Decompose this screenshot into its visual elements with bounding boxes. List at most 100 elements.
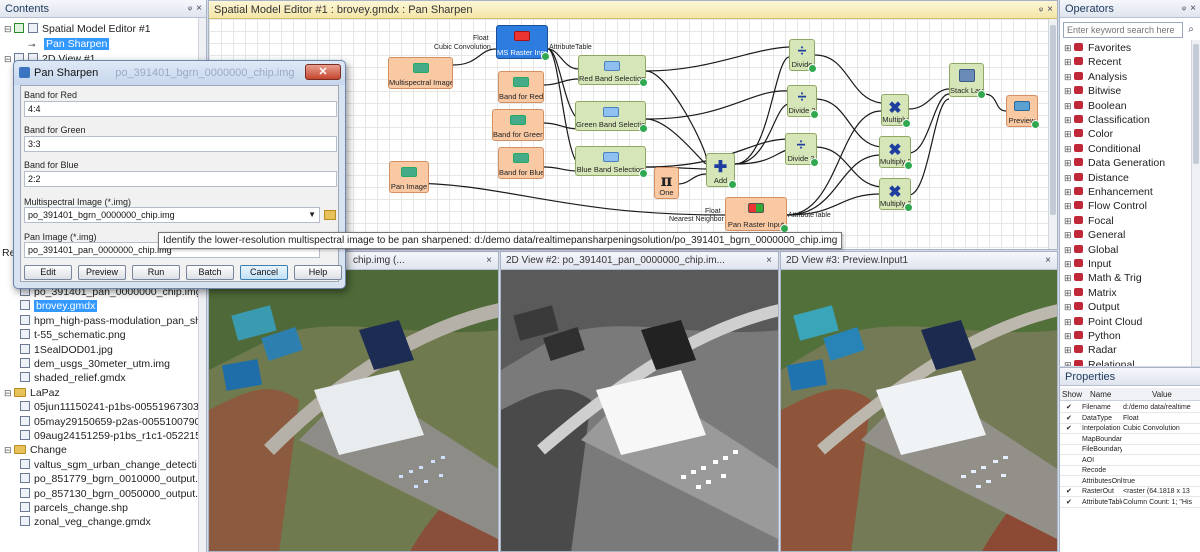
ms-image-select[interactable]: po_391401_bgrn_0000000_chip.img ▼ (24, 207, 320, 223)
node-preview[interactable]: Preview (1006, 95, 1040, 129)
batch-button[interactable]: Batch (186, 265, 234, 280)
editor-scrollbar[interactable] (1048, 19, 1057, 249)
checkbox-icon[interactable] (14, 23, 24, 33)
view-3-image[interactable] (781, 270, 1057, 551)
expand-icon[interactable]: ⊞ (1064, 142, 1074, 156)
expand-icon[interactable]: ⊞ (1064, 343, 1074, 357)
tree-item-pan-sharpen[interactable]: ⊸ Pan Sharpen (28, 37, 110, 51)
show-checkbox[interactable]: ✔ (1066, 487, 1072, 497)
node-divide[interactable]: ÷ Divide (789, 39, 817, 73)
expand-icon[interactable]: ⊞ (1064, 243, 1074, 257)
expand-icon[interactable]: ⊞ (1064, 358, 1074, 366)
tree-file[interactable]: valtus_sgm_urban_change_detecti (20, 458, 197, 472)
expand-icon[interactable]: ⊞ (1064, 55, 1074, 69)
show-checkbox[interactable]: ✔ (1066, 424, 1072, 434)
expand-icon[interactable]: ⊞ (1064, 271, 1074, 285)
band-red-input[interactable]: 4:4 (24, 101, 337, 117)
band-green-input[interactable]: 3:3 (24, 136, 337, 152)
node-band-for-blue[interactable]: Band for Blue (498, 147, 544, 179)
operator-category[interactable]: ⊞ Analysis (1064, 70, 1127, 84)
dialog-close-button[interactable]: ✕ (305, 64, 341, 80)
node-multispectral-image[interactable]: Multispectral Image (388, 57, 453, 89)
operator-category[interactable]: ⊞ Favorites (1064, 41, 1131, 55)
tree-folder[interactable]: ⊟ LaPaz (4, 386, 60, 400)
operator-category[interactable]: ⊞ Point Cloud (1064, 315, 1142, 329)
operator-category[interactable]: ⊞ Global (1064, 243, 1118, 257)
ms-image-folder-icon[interactable] (324, 210, 336, 220)
node-multiply-3[interactable]: ✖ Multiply 3 (879, 178, 913, 212)
operator-category[interactable]: ⊞ Relational (1064, 358, 1135, 366)
property-row[interactable]: ✔ Filename d:/demo data/realtime (1060, 403, 1200, 413)
property-value[interactable]: Cubic Convolution (1123, 424, 1200, 434)
edit-button[interactable]: Edit (24, 265, 72, 280)
tree-item-editor[interactable]: ⊟ Spatial Model Editor #1 (4, 22, 151, 36)
operator-category[interactable]: ⊞ Data Generation (1064, 156, 1165, 170)
property-row[interactable]: AttributesOnly true (1060, 477, 1200, 487)
expand-icon[interactable]: ⊞ (1064, 41, 1074, 55)
expand-icon[interactable]: ⊞ (1064, 257, 1074, 271)
tree-file[interactable]: 1SealDOD01.jpg (20, 343, 113, 357)
operator-category[interactable]: ⊞ Input (1064, 257, 1111, 271)
show-checkbox[interactable]: ✔ (1066, 414, 1072, 424)
close-icon[interactable]: × (766, 252, 772, 270)
close-icon[interactable]: × (196, 0, 202, 18)
dropdown-arrow-icon[interactable]: ▼ (308, 208, 316, 222)
tree-file[interactable]: t-55_schematic.png (20, 328, 126, 342)
tree-file[interactable]: brovey.gmdx (20, 299, 98, 313)
tree-file[interactable]: 05may29150659-p2as-0055100790 (20, 415, 200, 429)
operator-category[interactable]: ⊞ Distance (1064, 171, 1129, 185)
node-blue-band-selection[interactable]: Blue Band Selection (575, 146, 648, 178)
property-row[interactable]: AOI (1060, 456, 1200, 466)
node-band-for-green[interactable]: Band for Green (492, 109, 544, 141)
property-row[interactable]: ✔ RasterOut <raster (64.1818 x 13 (1060, 487, 1200, 497)
tree-file[interactable]: dem_usgs_30meter_utm.img (20, 357, 170, 371)
node-multiply-2[interactable]: ✖ Multiply 2 (879, 136, 913, 170)
property-value[interactable]: <raster (64.1818 x 13 (1123, 487, 1200, 497)
operator-category[interactable]: ⊞ Python (1064, 329, 1121, 343)
operator-category[interactable]: ⊞ Math & Trig (1064, 271, 1142, 285)
node-divide-3[interactable]: ÷ Divide 3 (785, 133, 819, 167)
expand-icon[interactable]: ⊞ (1064, 315, 1074, 329)
property-value[interactable]: Float (1123, 414, 1200, 424)
search-icon[interactable]: ⌕ (1185, 22, 1197, 38)
tree-file[interactable]: shaded_relief.gmdx (20, 371, 126, 385)
operator-category[interactable]: ⊞ Focal (1064, 214, 1114, 228)
expand-icon[interactable]: ⊞ (1064, 185, 1074, 199)
node-divide-2[interactable]: ÷ Divide 2 (787, 85, 819, 119)
property-row[interactable]: FileBoundary (1060, 445, 1200, 455)
pin-icon[interactable]: ᵠ (188, 0, 192, 18)
expand-icon[interactable]: ⊞ (1064, 171, 1074, 185)
show-checkbox[interactable]: ✔ (1066, 403, 1072, 413)
operator-category[interactable]: ⊞ Enhancement (1064, 185, 1153, 199)
operator-category[interactable]: ⊞ Recent (1064, 55, 1121, 69)
expand-icon[interactable]: ⊞ (1064, 70, 1074, 84)
operator-category[interactable]: ⊞ General (1064, 228, 1125, 242)
pin-icon[interactable]: ᵠ (1182, 0, 1186, 18)
help-button[interactable]: Help (294, 265, 342, 280)
run-button[interactable]: Run (132, 265, 180, 280)
tree-file[interactable]: zonal_veg_change.gmdx (20, 515, 151, 529)
expand-icon[interactable]: ⊞ (1064, 99, 1074, 113)
property-row[interactable]: ✔ Interpolation Cubic Convolution (1060, 424, 1200, 434)
node-add[interactable]: ✚ Add (706, 153, 737, 189)
operator-category[interactable]: ⊞ Color (1064, 127, 1113, 141)
property-row[interactable]: MapBoundary (1060, 435, 1200, 445)
operator-category[interactable]: ⊞ Conditional (1064, 142, 1141, 156)
node-multiply[interactable]: ✖ Multiply (881, 94, 911, 128)
node-band-for-red[interactable]: Band for Red (498, 71, 544, 103)
property-value[interactable]: Column Count: 1; "His (1123, 498, 1200, 508)
node-red-band-selection[interactable]: Red Band Selection (578, 55, 648, 87)
operators-scrollbar[interactable] (1191, 40, 1200, 366)
property-value[interactable]: d:/demo data/realtime (1123, 403, 1200, 413)
property-row[interactable]: Recode (1060, 466, 1200, 476)
tree-file[interactable]: po_857130_bgrn_0050000_output.i (20, 487, 200, 501)
dialog-title-bar[interactable]: Pan Sharpen po_391401_bgrn_0000000_chip.… (14, 61, 345, 85)
tree-file[interactable]: 09aug24151259-p1bs_r1c1-052215 (20, 429, 201, 443)
expand-icon[interactable]: ⊞ (1064, 113, 1074, 127)
collapse-icon[interactable]: ⊟ (4, 22, 14, 36)
expand-icon[interactable]: ⊞ (1064, 199, 1074, 213)
node-pan-raster-input[interactable]: Pan Raster Input (725, 197, 789, 233)
tree-file[interactable]: 05jun11150241-p1bs-00551967303 (20, 400, 199, 414)
tree-file[interactable]: parcels_change.shp (20, 501, 128, 515)
expand-icon[interactable]: ⊞ (1064, 329, 1074, 343)
